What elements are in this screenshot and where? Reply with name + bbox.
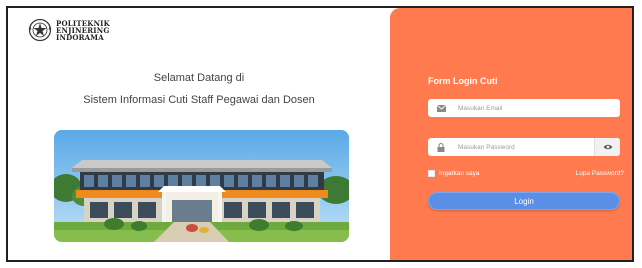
email-field[interactable] — [428, 99, 620, 117]
welcome-heading: Selamat Datang di — [153, 72, 245, 84]
forgot-password-link[interactable]: Lupa Password? — [576, 170, 624, 177]
welcome-panel: POLITEKNIK ENJINERING INDORAMA Selamat D… — [8, 8, 390, 260]
login-panel: Form Login Cuti Masukan Email Ingatkan s… — [390, 8, 632, 260]
remember-me-checkbox[interactable] — [428, 170, 435, 177]
lock-icon — [428, 142, 454, 152]
institution-emblem-icon — [28, 18, 52, 42]
eye-icon — [603, 144, 612, 150]
envelope-icon — [428, 104, 454, 112]
email-input[interactable] — [454, 101, 578, 115]
password-input[interactable] — [454, 140, 578, 154]
login-button[interactable]: Login — [428, 192, 620, 210]
password-field[interactable] — [428, 138, 620, 156]
form-title: Form Login Cuti — [428, 76, 498, 86]
campus-illustration — [54, 130, 349, 242]
remember-me-label: Ingatkan saya — [439, 170, 480, 177]
system-title: Sistem Informasi Cuti Staff Pegawai dan … — [83, 94, 315, 106]
campus-building-photo — [54, 130, 349, 242]
brand-logo: POLITEKNIK ENJINERING INDORAMA — [28, 18, 110, 42]
brand-name: POLITEKNIK ENJINERING INDORAMA — [56, 20, 110, 41]
login-page: POLITEKNIK ENJINERING INDORAMA Selamat D… — [6, 6, 634, 262]
remember-me[interactable]: Ingatkan saya — [428, 170, 479, 177]
brand-name-line: INDORAMA — [56, 32, 104, 42]
password-toggle-button[interactable] — [594, 138, 620, 156]
